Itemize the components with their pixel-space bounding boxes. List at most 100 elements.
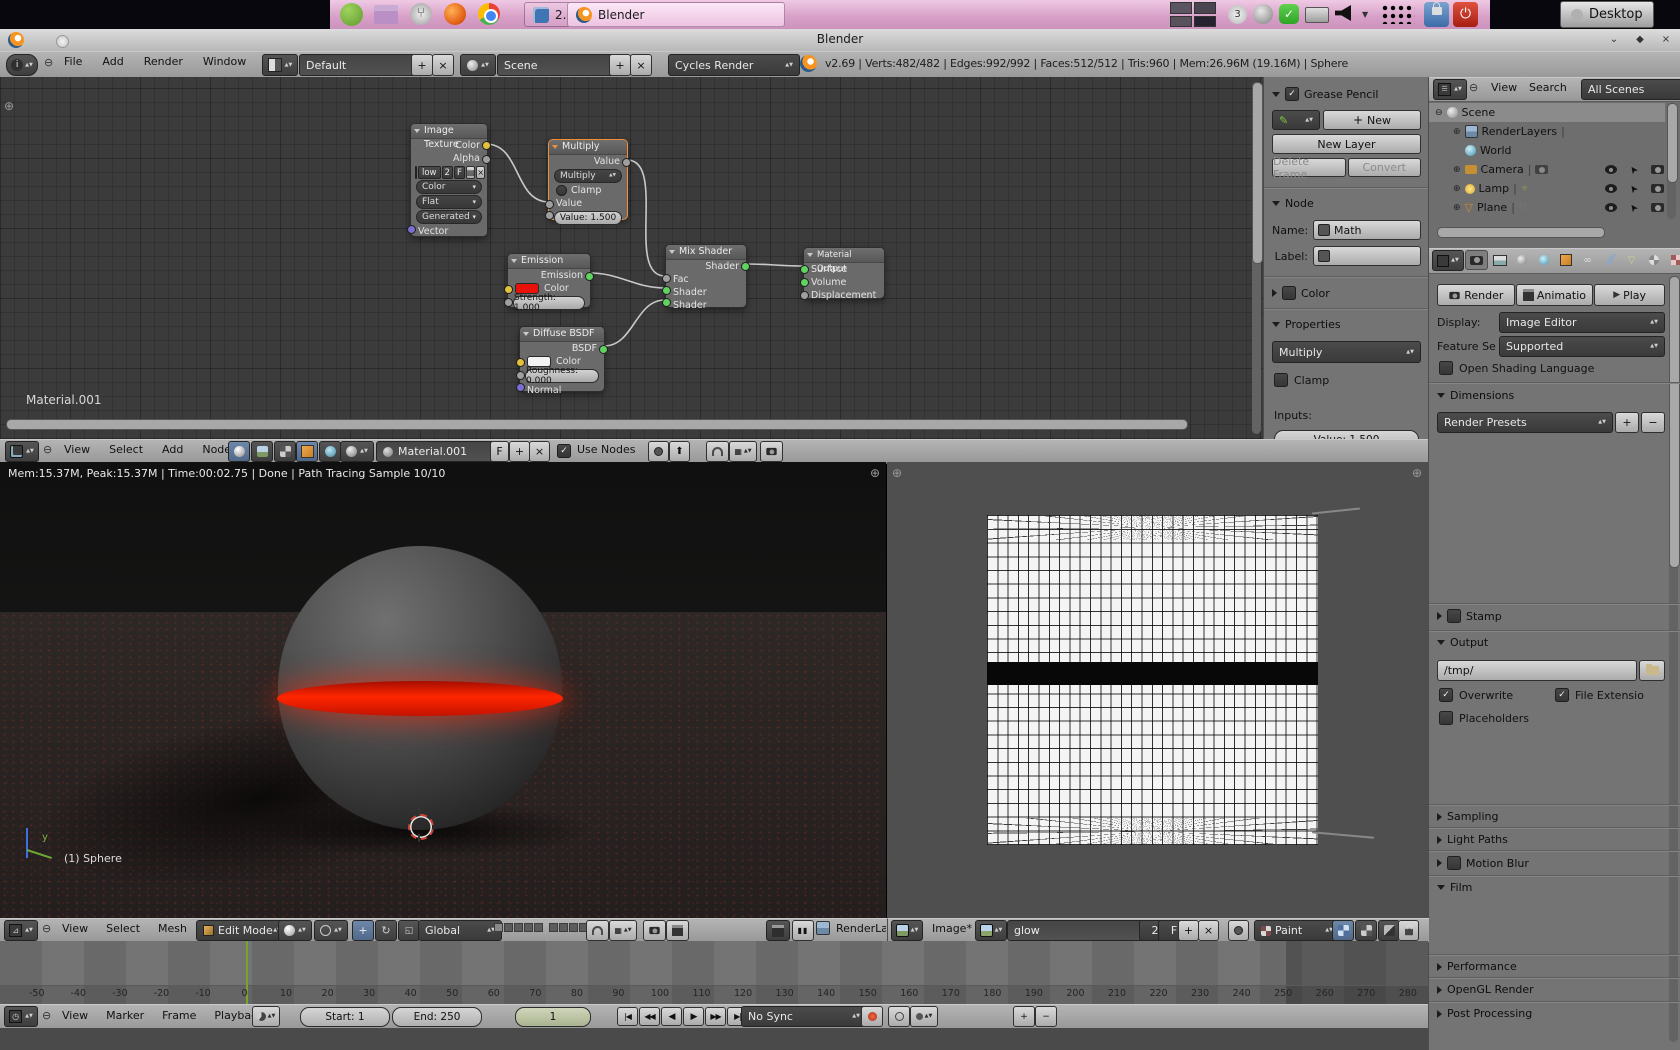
play-button[interactable]: ▶ [683, 1007, 704, 1026]
socket-strength-in[interactable] [504, 298, 513, 307]
menu-item[interactable]: View [60, 1009, 90, 1022]
socket-value-out[interactable] [622, 158, 631, 167]
performance-panel-header[interactable]: Performance [1437, 960, 1517, 973]
socket-shader2-in[interactable] [662, 298, 671, 307]
usb-device-icon[interactable]: ⑂ [410, 3, 432, 25]
outliner-row-camera[interactable]: ⊕ Camera | ➤ [1447, 160, 1665, 179]
outliner-row-world[interactable]: World [1447, 141, 1665, 160]
node-header[interactable]: Diffuse BSDF [520, 327, 604, 342]
checker-toggle[interactable] [1355, 920, 1377, 941]
socket-bsdf-out[interactable] [599, 345, 608, 354]
output-panel-header[interactable]: Output [1437, 636, 1488, 649]
add-layout-button[interactable]: + [411, 54, 433, 76]
outliner-type-button[interactable]: ☰▲▼ [1433, 79, 1467, 100]
end-frame-field[interactable]: End: 250 [392, 1007, 482, 1027]
socket-volume-in[interactable] [800, 278, 809, 287]
firefox-icon[interactable] [444, 3, 466, 25]
collapse-menus-icon[interactable]: ⊖ [42, 1009, 51, 1022]
grease-pencil-checkbox[interactable]: ✓ [1285, 87, 1299, 101]
start-frame-field[interactable]: Start: 1 [300, 1007, 390, 1027]
outliner-item-label[interactable]: Scene [1462, 106, 1496, 119]
sidebar-clamp-checkbox[interactable] [1274, 373, 1288, 387]
outliner-row-scene[interactable]: ⊖ Scene [1429, 103, 1665, 122]
color-space-select[interactable]: Color▾ [416, 180, 482, 194]
node-header[interactable]: Multiply [549, 140, 627, 155]
remove-keyframe-button[interactable]: − [1035, 1006, 1057, 1027]
show-desktop-button[interactable]: Desktop [1560, 1, 1654, 28]
object-context-toggle[interactable] [296, 441, 318, 462]
layers-widget[interactable] [494, 923, 598, 932]
render-animation-button[interactable]: Animatio [1516, 284, 1594, 306]
clamp-row[interactable]: Clamp [549, 184, 627, 197]
fake-user-button[interactable]: F [454, 166, 465, 179]
gp-new-button[interactable]: +New [1323, 110, 1421, 130]
osl-row[interactable]: Open Shading Language [1439, 361, 1594, 375]
delete-scene-button[interactable]: × [630, 54, 652, 76]
menu-item[interactable]: View [62, 443, 92, 456]
image-users-button[interactable]: 2 [442, 166, 453, 179]
opengl-panel-header[interactable]: OpenGL Render [1437, 983, 1534, 996]
osl-checkbox[interactable] [1439, 361, 1453, 375]
strength-slider[interactable]: Strength: 1.000 [513, 296, 585, 310]
light-paths-panel-header[interactable]: Light Paths [1437, 833, 1508, 846]
add-keyframe-button[interactable]: + [1013, 1006, 1035, 1027]
mode-select[interactable]: Edit Mode▲▼ [196, 920, 288, 941]
tab-modifiers[interactable] [1599, 251, 1620, 269]
scene-field[interactable]: Scene [497, 54, 621, 76]
snap-element-select[interactable]: ▦▲▼ [609, 920, 637, 941]
math-operation-select[interactable]: Multiply▲▼ [554, 169, 622, 183]
projection-select[interactable]: Flat▾ [416, 195, 482, 209]
sync-mode-select[interactable]: No Sync▲▼ [741, 1006, 867, 1027]
menu-item[interactable]: Mesh [156, 922, 189, 935]
outliner-display-select[interactable]: All Scenes [1581, 79, 1680, 100]
collapse-menus-icon[interactable]: ⊖ [1469, 81, 1478, 94]
image-name-field[interactable]: glow [1007, 920, 1151, 941]
node-header[interactable]: Image Texture [411, 124, 487, 139]
sidebar-operation-select[interactable]: Multiply▲▼ [1272, 341, 1421, 363]
renderability-icon[interactable] [1651, 184, 1664, 193]
tab-object-data[interactable]: ▽ [1621, 251, 1642, 269]
viewport-type-button[interactable]: ⊿▲▼ [4, 920, 38, 941]
file-extension-row[interactable]: ✓File Extensio [1555, 688, 1644, 702]
new-image-button[interactable]: + [1178, 920, 1199, 941]
clapper-icon-button[interactable] [766, 920, 790, 941]
overwrite-row[interactable]: ✓Overwrite [1439, 688, 1513, 702]
screen-layout-field[interactable]: Default [299, 54, 423, 76]
tab-scene[interactable] [1511, 251, 1532, 269]
renderability-icon[interactable] [1651, 165, 1664, 174]
display-select[interactable]: Image Editor▲▼ [1499, 312, 1665, 333]
socket-shader-out[interactable] [741, 262, 750, 271]
overwrite-checkbox[interactable]: ✓ [1439, 688, 1453, 702]
auto-keying-icon[interactable] [888, 1006, 910, 1027]
tray-expand-caret[interactable]: ▼ [1362, 10, 1368, 19]
outliner-search-menu[interactable]: Search [1527, 81, 1569, 94]
post-processing-panel-header[interactable]: Post Processing [1437, 1007, 1532, 1020]
new-image-icon[interactable]: ▤ [466, 166, 476, 179]
power-icon[interactable]: ⏻ [1453, 2, 1478, 27]
chrome-icon[interactable] [478, 3, 500, 25]
selectability-icon[interactable]: ➤ [1627, 163, 1641, 176]
screen-lock-icon[interactable] [1424, 2, 1449, 27]
scale-manipulator-icon[interactable]: ◱ [398, 920, 420, 941]
dimensions-panel-header[interactable]: Dimensions [1437, 389, 1514, 402]
socket-normal-in[interactable] [516, 383, 525, 392]
scene-icon-button[interactable]: ▲▼ [460, 54, 496, 76]
properties-section[interactable]: Properties [1272, 318, 1421, 331]
socket-value2-in[interactable] [545, 211, 554, 220]
outliner-row-renderlayers[interactable]: ⊕ RenderLayers | [1447, 122, 1665, 141]
source-select[interactable]: Generated▾ [416, 210, 482, 224]
outliner-vscrollbar[interactable] [1667, 103, 1676, 219]
viewport-3d[interactable]: Mem:15.37M, Peak:15.37M | Time:00:02.75 … [0, 462, 886, 918]
material-nodes-toggle[interactable] [228, 441, 250, 462]
npanel-scroll-track[interactable] [1252, 82, 1261, 434]
virtual-desktop-pager[interactable] [1170, 2, 1216, 27]
record-button[interactable] [861, 1006, 883, 1027]
menu-item[interactable]: Add [160, 443, 185, 456]
selectability-icon[interactable]: ➤ [1627, 201, 1641, 214]
socket-color-in[interactable] [516, 358, 525, 367]
menu-item[interactable]: File [62, 55, 84, 68]
socket-roughness-in[interactable] [516, 371, 525, 380]
opengl-render-anim-icon[interactable] [666, 920, 689, 941]
remove-preset-button[interactable]: − [1641, 412, 1665, 433]
world-context-toggle[interactable] [319, 441, 341, 462]
